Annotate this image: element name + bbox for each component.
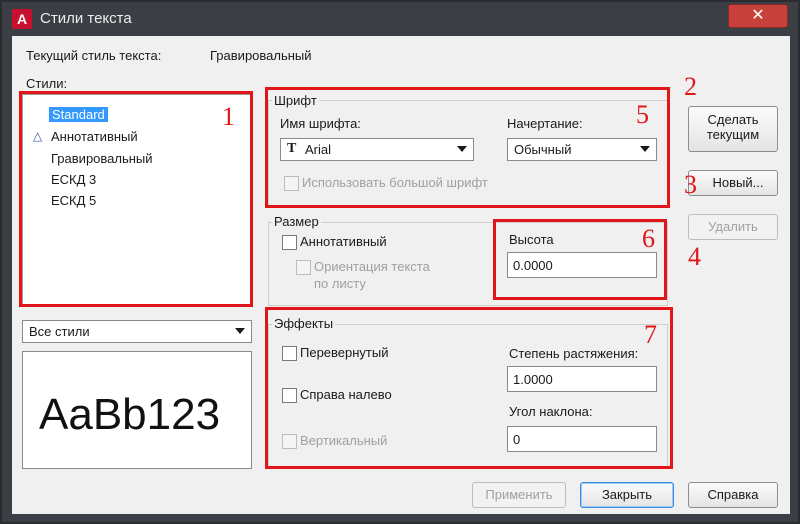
apply-label: Применить: [485, 487, 553, 502]
close-label: Закрыть: [601, 487, 653, 502]
window-title: Стили текста: [40, 10, 132, 27]
autocad-logo-icon: A: [12, 9, 32, 29]
delete-style-label: Удалить: [708, 219, 758, 234]
current-style-value: Гравировальный: [210, 48, 312, 63]
close-button[interactable]: Закрыть: [580, 482, 674, 508]
text-style-dialog: A Стили текста ✕ Текущий стиль текста: Г…: [0, 0, 800, 524]
style-preview: AaBb123: [22, 351, 252, 469]
close-window-button[interactable]: ✕: [728, 4, 788, 28]
annotation-number-4: 4: [688, 242, 701, 271]
orientation-checkbox[interactable]: [296, 260, 311, 275]
apply-button[interactable]: Применить: [472, 482, 566, 508]
annotation-box-5: [265, 87, 670, 208]
set-current-label-line1: Сделать: [707, 112, 759, 127]
annotation-box-7: [265, 307, 673, 469]
set-current-button[interactable]: Сделать текущим: [688, 106, 778, 152]
orientation-label-line2: по листу: [314, 276, 366, 291]
new-style-label: Новый...: [712, 175, 764, 190]
help-label: Справка: [707, 487, 759, 502]
styles-filter-value: Все стили: [29, 324, 90, 339]
annotation-number-1: 1: [222, 102, 235, 131]
dialog-body: Текущий стиль текста: Гравировальный Сти…: [12, 36, 790, 514]
title-bar: A Стили текста ✕: [2, 2, 798, 36]
current-style-label: Текущий стиль текста:: [26, 48, 162, 63]
chevron-down-icon: [235, 328, 245, 334]
annotation-number-3: 3: [684, 170, 697, 199]
delete-style-button[interactable]: Удалить: [688, 214, 778, 240]
annotation-number-6: 6: [642, 224, 655, 253]
size-group-label: Размер: [272, 214, 321, 229]
annotation-number-5: 5: [636, 100, 649, 129]
annotation-number-7: 7: [644, 320, 657, 349]
annotation-box-1: [19, 91, 253, 307]
styles-label: Стили:: [26, 76, 68, 91]
styles-filter-dropdown[interactable]: Все стили: [22, 320, 252, 343]
help-button[interactable]: Справка: [688, 482, 778, 508]
annotation-number-2: 2: [684, 72, 697, 101]
preview-text: AaBb123: [39, 390, 221, 439]
size-annotative-checkbox[interactable]: [282, 235, 297, 250]
new-style-button[interactable]: Новый...: [688, 170, 778, 196]
annotation-box-6: [493, 219, 667, 300]
set-current-label-line2: текущим: [706, 127, 760, 142]
orientation-label-line1: Ориентация текста: [314, 259, 430, 274]
size-annotative-label: Аннотативный: [300, 234, 387, 249]
